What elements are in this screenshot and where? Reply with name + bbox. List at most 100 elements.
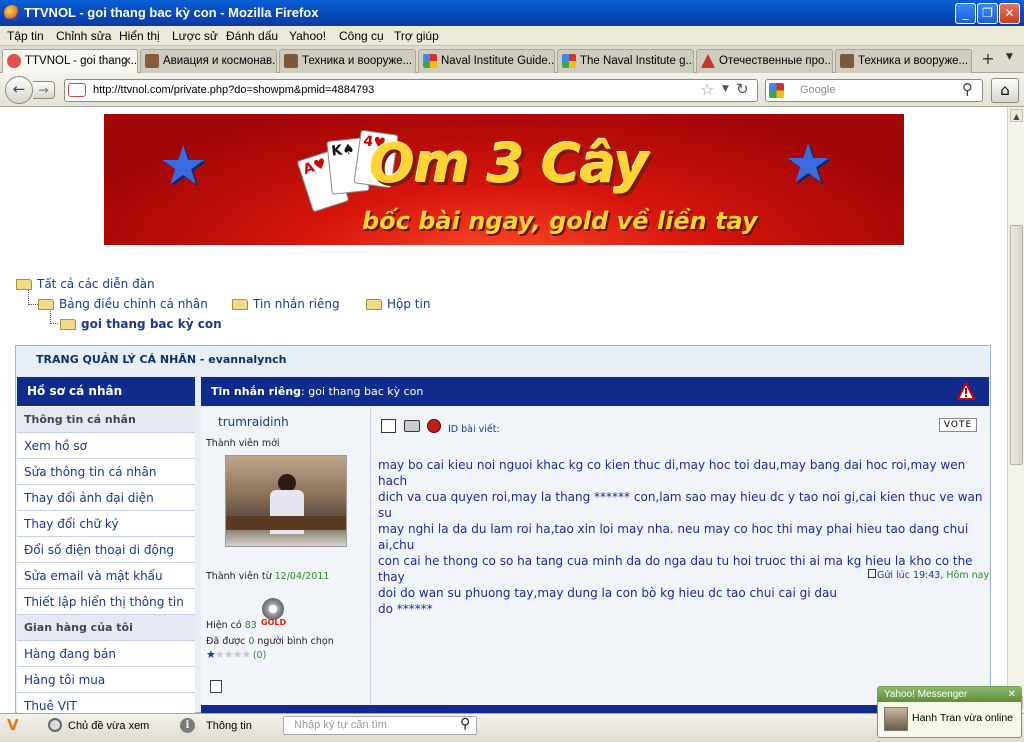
yahoo-messenger-popup[interactable]: Yahoo! Messenger ✕ Hanh Tran vừa online bbox=[877, 686, 1022, 738]
gold-label: GOLD bbox=[261, 618, 287, 627]
google-favicon-icon bbox=[562, 54, 576, 68]
search-input[interactable]: Google bbox=[765, 79, 983, 102]
close-window-button[interactable]: ✕ bbox=[999, 3, 1020, 24]
forward-button[interactable]: → bbox=[33, 81, 55, 99]
status-bar bbox=[0, 713, 1024, 742]
recent-topics[interactable]: Chủ đề vừa xem bbox=[68, 720, 149, 732]
info-link[interactable]: Thông tin bbox=[206, 720, 252, 732]
sidebar-item-phone[interactable]: Đổi số điện thoại di động bbox=[17, 537, 195, 563]
sidebar-item-signature[interactable]: Thay đổi chữ ký bbox=[17, 511, 195, 537]
menu-edit[interactable]: Chỉnh sửa bbox=[56, 29, 111, 43]
status-search-input[interactable]: Nhập ký tự cần tìm bbox=[283, 716, 477, 735]
sidebar-item-bought[interactable]: Hàng tôi mua bbox=[17, 667, 195, 693]
search-icon[interactable]: ⚲ bbox=[460, 716, 470, 732]
breadcrumb-root[interactable]: Tất cả các diễn đàn bbox=[16, 277, 155, 291]
menu-view[interactable]: Hiển thị bbox=[119, 29, 160, 43]
minimize-button[interactable]: _ bbox=[955, 3, 976, 24]
tab-naval-guide[interactable]: Naval Institute Guide... bbox=[418, 49, 555, 73]
window-title-bar: TTVNOL - goi thang bac kỳ con - Mozilla … bbox=[0, 0, 1024, 26]
banner-title: Om 3 Cây bbox=[369, 132, 649, 195]
panel-title: TRANG QUẢN LÝ CÁ NHÂN - evannalynch bbox=[16, 346, 990, 374]
google-engine-icon[interactable] bbox=[769, 83, 784, 98]
menu-history[interactable]: Lược sử bbox=[172, 29, 218, 43]
banner-subtitle: bốc bài ngay, gold về liền tay bbox=[362, 207, 758, 235]
vietkey-logo-icon[interactable]: V bbox=[7, 716, 19, 734]
maximize-button[interactable]: ❐ bbox=[977, 3, 998, 24]
menu-bookmarks[interactable]: Đánh dấu bbox=[226, 29, 278, 43]
tab-technika-2[interactable]: Техника и вооруже... bbox=[835, 49, 972, 73]
new-tab-button[interactable]: + bbox=[975, 49, 1001, 71]
breadcrumb-private-messages[interactable]: Tin nhắn riêng bbox=[232, 297, 340, 311]
tab-aviation[interactable]: Авиация и космонав... bbox=[140, 49, 277, 73]
tab-ttvnol[interactable]: TTVNOL - goi thang ... ✕ bbox=[2, 49, 138, 74]
vote-count: Đã được 0 người bình chọn bbox=[206, 636, 334, 647]
banner-ad[interactable]: ★ ★ A♥ K♠ 4♥ Om 3 Cây bốc bài ngay, gold… bbox=[104, 114, 904, 245]
join-date: Thành viên từ 12/04/2011 bbox=[206, 571, 330, 582]
breadcrumb-control-panel[interactable]: Bảng điều chỉnh cá nhân bbox=[38, 297, 208, 311]
scroll-thumb[interactable] bbox=[1010, 225, 1023, 465]
tab-naval-institute[interactable]: The Naval Institute g... bbox=[557, 49, 694, 73]
contact-avatar bbox=[884, 707, 908, 731]
info-icon: i bbox=[180, 718, 195, 733]
site-identity-icon[interactable] bbox=[68, 83, 86, 97]
author-avatar[interactable] bbox=[225, 455, 347, 547]
bookmark-star-icon[interactable]: ☆ bbox=[700, 80, 714, 99]
window-title: TTVNOL - goi thang bac kỳ con - Mozilla … bbox=[24, 5, 319, 20]
message-header: Tin nhắn riêng: goi thang bac kỳ con bbox=[201, 377, 989, 406]
tab-label: Техника и вооруже... bbox=[858, 55, 969, 67]
warning-favicon-icon bbox=[701, 54, 715, 68]
star-icon: ★ bbox=[159, 134, 208, 197]
vertical-scrollbar[interactable]: ▲ ▼ bbox=[1007, 107, 1024, 713]
edit-note-icon[interactable] bbox=[210, 680, 222, 693]
menu-file[interactable]: Tập tin bbox=[7, 29, 44, 43]
author-rank: Thành viên mới bbox=[206, 438, 280, 449]
back-button[interactable]: ← bbox=[5, 76, 33, 104]
folder-icon bbox=[60, 319, 76, 330]
sidebar-item-email-password[interactable]: Sửa email và mật khẩu bbox=[17, 563, 195, 589]
folder-icon bbox=[38, 299, 54, 310]
sidebar-item-display-settings[interactable]: Thiết lập hiển thị thông tin bbox=[17, 589, 195, 615]
message-header-label: Tin nhắn riêng bbox=[211, 385, 302, 398]
author-name[interactable]: trumraidinh bbox=[218, 415, 289, 429]
document-icon bbox=[868, 569, 876, 578]
url-input[interactable]: http://ttvnol.com/private.php?do=showpm&… bbox=[64, 79, 758, 102]
reply-icon[interactable] bbox=[381, 419, 396, 433]
rating-stars: ★★★★★ (0) bbox=[206, 648, 267, 661]
url-dropdown-icon[interactable]: ▼ bbox=[722, 84, 729, 94]
star-icon: ★ bbox=[784, 132, 833, 195]
sidebar-section-personal: Thông tin cá nhân bbox=[17, 407, 195, 433]
sidebar-item-selling[interactable]: Hàng đang bán bbox=[17, 641, 195, 667]
gold-count: Hiện có 83 bbox=[206, 620, 257, 631]
menu-tools[interactable]: Công cụ bbox=[339, 29, 384, 43]
tab-otechestvennye[interactable]: Отечественные про... bbox=[696, 49, 833, 73]
sidebar-item-edit-profile[interactable]: Sửa thông tin cá nhân bbox=[17, 459, 195, 485]
menu-help[interactable]: Trợ giúp bbox=[394, 29, 439, 43]
tab-technika-1[interactable]: Техника и вооруже... bbox=[279, 49, 416, 73]
folder-icon bbox=[366, 299, 382, 310]
vote-button[interactable]: VOTE bbox=[939, 418, 977, 432]
menu-yahoo[interactable]: Yahoo! bbox=[289, 29, 326, 43]
tab-list-button[interactable]: ▼ bbox=[1006, 52, 1013, 62]
report-warning-icon[interactable] bbox=[957, 382, 975, 400]
site-favicon-icon bbox=[840, 54, 854, 68]
report-icon[interactable] bbox=[427, 419, 441, 433]
menu-bar: Tập tin Chỉnh sửa Hiển thị Lược sử Đánh … bbox=[0, 26, 1024, 46]
tab-close-icon[interactable]: ✕ bbox=[122, 50, 132, 72]
sidebar-item-view-profile[interactable]: Xem hồ sơ bbox=[17, 433, 195, 459]
site-favicon-icon bbox=[145, 54, 159, 68]
breadcrumb-inbox[interactable]: Hộp tin bbox=[366, 297, 430, 311]
folder-icon bbox=[16, 279, 32, 290]
rating-star-empty: ★★★★ bbox=[214, 648, 251, 661]
scroll-up-icon[interactable]: ▲ bbox=[1010, 109, 1023, 122]
search-icon[interactable]: ⚲ bbox=[962, 80, 973, 98]
gold-disc-icon bbox=[262, 598, 284, 620]
close-icon[interactable]: ✕ bbox=[1008, 687, 1016, 702]
tab-label: Отечественные про... bbox=[719, 55, 833, 67]
home-button[interactable]: ⌂ bbox=[991, 78, 1019, 103]
folder-icon bbox=[232, 299, 248, 310]
print-icon[interactable] bbox=[404, 420, 420, 432]
tree-line bbox=[28, 289, 38, 305]
avatar-desk bbox=[226, 516, 346, 530]
reload-icon[interactable]: ↻ bbox=[736, 80, 749, 98]
sidebar-item-avatar[interactable]: Thay đổi ảnh đại diện (avatar) bbox=[17, 485, 195, 531]
